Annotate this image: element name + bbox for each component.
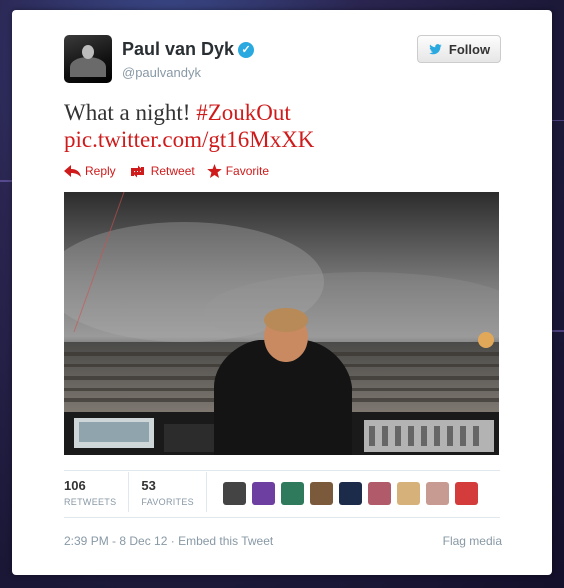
follow-label: Follow (448, 41, 491, 57)
favoriter-avatar[interactable] (425, 482, 449, 505)
retweets-count: 106 (64, 478, 86, 493)
tweet-footer: 2:39 PM - 8 Dec 12 · Embed this Tweet Fl… (64, 534, 502, 548)
favoriter-avatar[interactable] (251, 482, 275, 505)
favoriter-avatar[interactable] (454, 482, 478, 505)
favorites-stat[interactable]: 53 FAVORITES (141, 472, 207, 512)
stats-row: 106 RETWEETS 53 FAVORITES (64, 472, 478, 512)
tweet-card: Paul van Dyk ✓ @paulvandyk Follow What a … (12, 10, 552, 575)
star-icon (206, 164, 222, 178)
favoriter-avatar[interactable] (222, 482, 246, 505)
user-handle[interactable]: @paulvandyk (122, 65, 201, 80)
timestamp[interactable]: 2:39 PM - 8 Dec 12 (64, 534, 167, 548)
favorites-label: FAVORITES (141, 497, 194, 507)
retweets-stat[interactable]: 106 RETWEETS (64, 472, 130, 512)
tweet-text: What a night! #ZoukOut pic.twitter.com/g… (64, 99, 504, 153)
verified-check-icon: ✓ (238, 42, 255, 58)
divider-bottom (64, 517, 500, 518)
favoriter-avatar[interactable] (338, 482, 362, 505)
twitter-bird-icon (429, 43, 442, 54)
separator: · (167, 534, 179, 548)
pic-link[interactable]: pic.twitter.com/gt16MxXK (64, 127, 314, 152)
tweet-body: What a night! (64, 100, 197, 125)
tweet-actions: Reply Retweet Favorite (64, 164, 269, 178)
favoriter-avatars (222, 482, 478, 512)
favorite-label: Favorite (225, 164, 270, 178)
reply-button[interactable]: Reply (64, 164, 116, 178)
favorite-button[interactable]: Favorite (206, 164, 270, 178)
retweet-icon (130, 165, 144, 177)
reply-label: Reply (85, 164, 116, 178)
hashtag-link[interactable]: #ZoukOut (196, 100, 291, 125)
dj-crowd-photo (64, 192, 499, 455)
favoriter-avatar[interactable] (280, 482, 304, 505)
reply-arrow-icon (64, 164, 81, 177)
favoriter-avatar[interactable] (309, 482, 333, 505)
favoriter-avatar[interactable] (367, 482, 391, 505)
follow-button[interactable]: Follow (417, 35, 501, 63)
embed-link[interactable]: Embed this Tweet (178, 534, 273, 548)
retweet-label: Retweet (150, 164, 195, 178)
display-name-text[interactable]: Paul van Dyk (122, 39, 234, 59)
favoriter-avatar[interactable] (396, 482, 420, 505)
favorites-count: 53 (141, 478, 156, 493)
avatar[interactable] (64, 35, 112, 83)
retweet-button[interactable]: Retweet (128, 164, 195, 178)
display-name[interactable]: Paul van Dyk ✓ (122, 39, 255, 60)
divider-top (64, 470, 500, 471)
tweet-photo[interactable] (64, 192, 499, 455)
flag-media-link[interactable]: Flag media (443, 534, 502, 548)
retweets-label: RETWEETS (64, 497, 117, 507)
